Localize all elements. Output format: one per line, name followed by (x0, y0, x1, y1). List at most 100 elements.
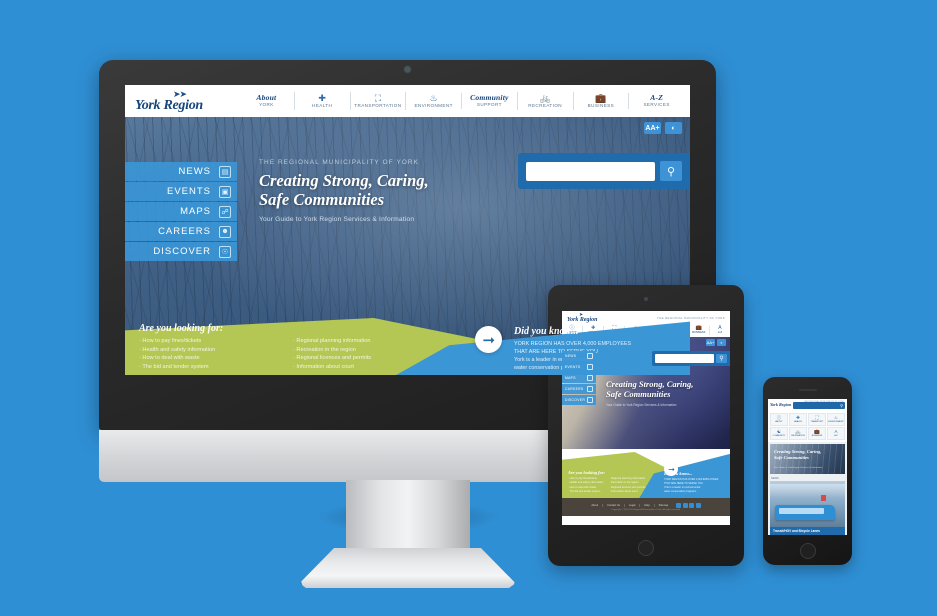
looking-for-heading: Are you looking for: (139, 323, 224, 334)
tablet-sidebar-item-careers[interactable]: CAREERS (562, 384, 596, 394)
tablet-home-button[interactable] (638, 540, 654, 556)
footer-link[interactable]: About (591, 504, 598, 507)
list-item[interactable]: · Health and safety information (568, 481, 603, 485)
phone-nav-label: ABOUT (775, 421, 783, 424)
compass-icon (587, 397, 593, 403)
list-item[interactable]: · Health and safety information (139, 346, 279, 355)
map-icon: ☍ (219, 205, 231, 218)
footer-link[interactable]: Sitemap (653, 504, 668, 507)
tablet-search-input[interactable] (655, 354, 714, 363)
sidebar-item-label: MAPS (565, 376, 576, 380)
newspaper-icon (587, 353, 593, 359)
looking-for-column-left: · How to pay fines/tickets · Health and … (139, 337, 279, 371)
tablet-nav-item-business[interactable]: 💼 BUSINESS (687, 326, 709, 335)
phone-device: THE REGIONAL MUNICIPALITY OF YORK York R… (763, 377, 852, 565)
webcam-icon (405, 67, 410, 72)
nav-item-recreation[interactable]: 🚲 RECREATION (516, 92, 573, 110)
nav-sublabel: TRANSPORTATION (354, 103, 402, 108)
showcase-stage: ➤➤ York Region About YORK ✚ HEALTH ⛶ TRA… (0, 0, 937, 616)
facebook-icon[interactable] (676, 503, 682, 508)
list-item[interactable]: · The bid and tender system (139, 363, 279, 372)
text-size-button[interactable]: AA+ (706, 339, 715, 346)
nav-item-health[interactable]: ✚ HEALTH (293, 92, 350, 110)
nav-item-az-services[interactable]: A-Z SERVICES (628, 93, 684, 109)
tablet-sidebar-item-discover[interactable]: DISCOVER (562, 395, 596, 405)
nav-item-business[interactable]: 💼 BUSINESS (572, 92, 629, 110)
list-item[interactable]: · Information about court (293, 363, 433, 372)
footer-link[interactable]: Legal (623, 504, 635, 507)
phone-news-card[interactable]: Transit/HOV and Bicycle Lanes Transporta… (770, 481, 845, 535)
nav-item-about[interactable]: About YORK (239, 93, 294, 109)
phone-nav-item-business[interactable]: 💼 BUSINESS (808, 427, 826, 440)
search-input[interactable] (526, 161, 655, 181)
phone-hero-subtitle: Your Guide to York Region Services & Inf… (774, 467, 823, 469)
contrast-toggle-button[interactable]: ◐ (665, 122, 682, 134)
leaf-icon: ♨ (833, 415, 839, 421)
transit-canopy-shape (770, 483, 845, 498)
phone-home-button[interactable] (799, 543, 816, 559)
youtube-icon[interactable] (689, 503, 695, 508)
footer-link[interactable]: Contact Us (602, 504, 620, 507)
nav-sublabel: ENVIRONMENT (414, 103, 453, 108)
sidebar-item-label: NEWS (178, 166, 211, 177)
phone-nav-item-recreation[interactable]: 🚲 RECREATION (789, 427, 807, 440)
looking-for-column-right: · Regional planning information · Recrea… (293, 337, 433, 371)
phone-nav-item-community[interactable]: ☯ COMMUNITY (770, 427, 788, 440)
phone-speaker-icon (798, 389, 817, 391)
phone-nav-item-about[interactable]: ⓘ ABOUT (770, 413, 788, 426)
tablet-nav-label: A-Z (717, 331, 723, 334)
calendar-icon: ▣ (219, 185, 231, 198)
phone-nav-item-environment[interactable]: ♨ ENVIRONMENT (827, 413, 845, 426)
phone-kicker: THE REGIONAL MUNICIPALITY OF YORK (803, 401, 844, 403)
rss-icon[interactable] (695, 503, 701, 508)
sidebar-item-events[interactable]: EVENTS ▣ (125, 182, 237, 201)
search-icon[interactable]: ⚲ (716, 354, 727, 363)
sidebar-item-label: CAREERS (565, 387, 584, 391)
search-icon[interactable]: ⚲ (660, 161, 682, 181)
logo-text[interactable]: York Region (770, 402, 791, 407)
nav-sublabel: SUPPORT (476, 102, 502, 107)
contrast-toggle-button[interactable]: ◐ (717, 339, 726, 346)
sidebar-item-discover[interactable]: DISCOVER ☉ (125, 242, 237, 261)
phone-nav-item-az[interactable]: A A-Z (827, 427, 845, 440)
hero-title-line1: Creating Strong, Caring, (259, 171, 429, 190)
list-item[interactable]: · How to deal with waste (139, 354, 279, 363)
list-item[interactable]: · Regional planning information (293, 337, 433, 346)
list-item[interactable]: · How to pay fines/tickets (139, 337, 279, 346)
list-item[interactable]: · Regional licences and permits (293, 354, 433, 363)
phone-hero[interactable]: Creating Strong, Caring, Safe Communitie… (770, 444, 845, 474)
logo-text: York Region (135, 97, 203, 113)
desktop-hero: AA+ ◐ NEWS ▤ EVENTS ▣ MAPS ☍ CAREERS ☻ D… (125, 117, 690, 375)
tablet-nav-item-az[interactable]: A A-Z (708, 326, 730, 335)
tablet-sidebar-item-maps[interactable]: MAPS (562, 373, 596, 383)
list-item[interactable]: · The bid and tender system (568, 490, 603, 494)
tablet-sidebar-item-events[interactable]: EVENTS (562, 362, 596, 372)
list-item[interactable]: · Information about court (609, 490, 645, 494)
twitter-icon[interactable] (682, 503, 688, 508)
footer-link[interactable]: Help (639, 504, 650, 507)
nav-sublabel: HEALTH (312, 103, 333, 108)
sidebar-item-label: DISCOVER (153, 246, 211, 257)
nav-item-community-support[interactable]: Community SUPPORT (461, 93, 517, 109)
phone-nav-item-transportation[interactable]: ⛶ TRANSPORT (808, 413, 826, 426)
tablet-column-left: · How to pay fines/tickets · Health and … (568, 477, 603, 494)
site-logo[interactable]: ➤➤ York Region (135, 89, 239, 113)
text-size-button[interactable]: AA+ (644, 122, 661, 134)
tablet-footer: About Contact Us Legal Help Sitemap Copy… (562, 498, 730, 516)
did-you-know-line: water conservation programs (664, 490, 697, 493)
sidebar-item-news[interactable]: NEWS ▤ (125, 162, 237, 181)
hero-title: Creating Strong, Caring, Safe Communitie… (259, 171, 524, 209)
quick-links-sidebar: NEWS ▤ EVENTS ▣ MAPS ☍ CAREERS ☻ DISCOVE… (125, 162, 237, 262)
tablet-sidebar-item-news[interactable]: NEWS (562, 351, 596, 361)
news-headline[interactable]: Transit/HOV and Bicycle Lanes (770, 527, 845, 535)
list-item[interactable]: · Recreation in the region (293, 346, 433, 355)
medical-cross-icon: ✚ (318, 93, 326, 103)
monitor-stand-base (299, 548, 516, 588)
medical-cross-icon: ✚ (796, 415, 800, 421)
sidebar-item-maps[interactable]: MAPS ☍ (125, 202, 237, 221)
sidebar-item-careers[interactable]: CAREERS ☻ (125, 222, 237, 241)
search-icon[interactable]: ⚲ (840, 403, 843, 408)
phone-nav-item-health[interactable]: ✚ HEALTH (789, 413, 807, 426)
nav-item-environment[interactable]: ♨ ENVIRONMENT (405, 92, 461, 110)
nav-item-transportation[interactable]: ⛶ TRANSPORTATION (349, 92, 406, 110)
